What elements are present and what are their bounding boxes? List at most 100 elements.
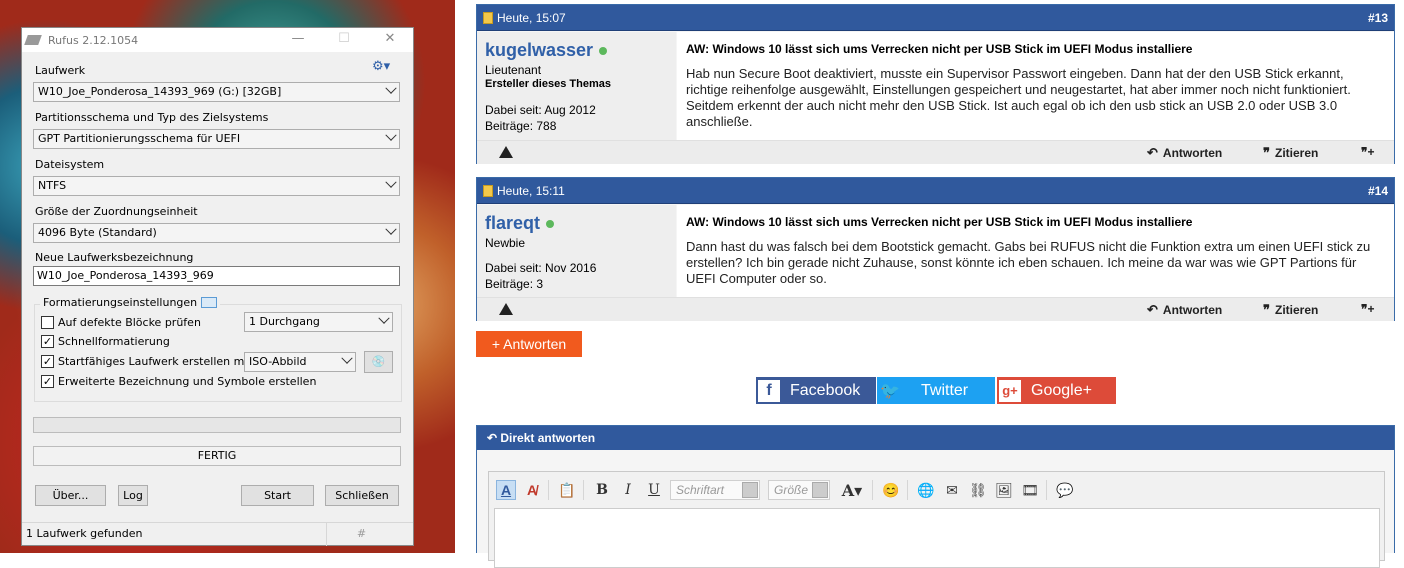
- image-icon[interactable]: 🖼: [994, 480, 1014, 500]
- link-icon[interactable]: 🌐: [916, 480, 936, 500]
- multiquote-icon[interactable]: ❞+: [1361, 302, 1374, 316]
- wysiwyg-toggle-icon[interactable]: A: [496, 480, 516, 500]
- font-select[interactable]: Schriftart: [670, 480, 760, 500]
- post-title: AW: Windows 10 lässt sich ums Verrecken …: [686, 42, 1193, 56]
- reply-button[interactable]: ↶ Antworten: [1147, 145, 1222, 161]
- post-content: AW: Windows 10 lässt sich ums Verrecken …: [677, 32, 1394, 141]
- post-icon: [483, 184, 493, 197]
- bad-blocks-checkbox[interactable]: Auf defekte Blöcke prüfen: [41, 316, 201, 329]
- italic-icon[interactable]: I: [618, 480, 638, 500]
- log-button[interactable]: Log: [118, 485, 148, 506]
- start-button[interactable]: Start: [241, 485, 314, 506]
- reply-arrow-icon: ↶: [1147, 145, 1158, 160]
- quick-format-checkbox[interactable]: ✓ Schnellformatierung: [41, 335, 170, 348]
- post-number[interactable]: #13: [1368, 11, 1388, 25]
- online-status-icon: [599, 46, 608, 55]
- passes-select[interactable]: 1 Durchgang: [244, 312, 393, 332]
- toolbar-divider: [583, 480, 584, 500]
- reply-label: Antworten: [1162, 146, 1223, 160]
- drive-select[interactable]: W10_Joe_Ponderosa_14393_969 (G:) [32GB]: [33, 82, 400, 102]
- disc-drive-icon: 💿: [371, 355, 386, 368]
- quote-label: Zitieren: [1275, 303, 1319, 317]
- post-userinfo: kugelwasser Lieutenant Ersteller dieses …: [477, 32, 676, 141]
- select-iso-button[interactable]: 💿: [364, 351, 393, 373]
- checkmark-icon[interactable]: ✓: [41, 355, 54, 368]
- checkmark-icon[interactable]: ✓: [41, 375, 54, 388]
- fs-select-value: NTFS: [38, 179, 67, 192]
- extended-label-checkbox[interactable]: ✓ Erweiterte Bezeichnung und Symbole erst…: [41, 375, 316, 388]
- smiley-icon[interactable]: 😊: [881, 480, 901, 500]
- bold-icon[interactable]: B: [592, 480, 612, 500]
- quote-label: Zitieren: [1275, 146, 1319, 160]
- paste-icon[interactable]: 📋: [557, 480, 577, 500]
- username-text[interactable]: flareqt: [485, 213, 540, 234]
- checkbox-box[interactable]: [41, 316, 54, 329]
- chevron-down-icon: [385, 129, 397, 141]
- multiquote-icon[interactable]: ❞+: [1361, 145, 1374, 159]
- chevron-down-icon: [341, 352, 353, 364]
- twitter-share-button[interactable]: 🐦 Twitter: [877, 377, 995, 404]
- quote-button[interactable]: ❞ Zitieren: [1263, 145, 1318, 161]
- message-textarea[interactable]: [494, 508, 1380, 568]
- user-rank: Newbie: [485, 236, 526, 250]
- toolbar-divider: [548, 480, 549, 500]
- quick-format-label: Schnellformatierung: [58, 335, 170, 348]
- chevron-down-icon: [385, 176, 397, 188]
- bootable-checkbox[interactable]: ✓ Startfähiges Laufwerk erstellen mit: [41, 355, 252, 368]
- post-date: Heute, 15:11: [497, 183, 565, 198]
- post-username[interactable]: kugelwasser: [485, 40, 608, 61]
- reply-arrow-icon: ↶: [487, 431, 501, 445]
- unlink-icon[interactable]: ⛓: [968, 480, 988, 500]
- post-icon: [483, 11, 493, 24]
- close-button[interactable]: Schließen: [325, 485, 399, 506]
- reply-button[interactable]: ↶ Antworten: [1147, 302, 1222, 318]
- cluster-select[interactable]: 4096 Byte (Standard): [33, 223, 400, 243]
- boot-type-select[interactable]: ISO-Abbild: [244, 352, 356, 372]
- username-text[interactable]: kugelwasser: [485, 40, 593, 61]
- quote-bubble-icon[interactable]: 💬: [1055, 480, 1075, 500]
- quote-icon: ❞: [1263, 145, 1270, 160]
- email-icon[interactable]: ✉: [942, 480, 962, 500]
- language-icon[interactable]: ⚙▾: [372, 59, 390, 74]
- checkmark-icon[interactable]: ✓: [41, 335, 54, 348]
- chevron-down-icon: [378, 312, 390, 324]
- googleplus-share-button[interactable]: g+ Google+: [997, 377, 1116, 404]
- close-window-button[interactable]: ✕: [367, 28, 413, 52]
- online-status-icon: [546, 219, 555, 228]
- volume-input[interactable]: W10_Joe_Ponderosa_14393_969: [33, 266, 400, 286]
- quote-icon: ❞: [1263, 302, 1270, 317]
- size-select[interactable]: Größe: [768, 480, 830, 500]
- fs-label: Dateisystem: [35, 158, 105, 171]
- scheme-select[interactable]: GPT Partitionierungsschema für UEFI: [33, 129, 400, 149]
- remove-format-icon[interactable]: A̸: [522, 480, 542, 500]
- about-button[interactable]: Über...: [35, 485, 106, 506]
- quick-reply-panel: ↶ Direkt antworten A A̸ 📋 B I U Schrifta…: [476, 425, 1395, 568]
- boot-type-value: ISO-Abbild: [249, 355, 307, 368]
- report-icon[interactable]: [499, 146, 513, 158]
- toggle-advanced-icon[interactable]: [201, 297, 218, 308]
- scheme-select-value: GPT Partitionierungsschema für UEFI: [38, 132, 241, 145]
- post-username[interactable]: flareqt: [485, 213, 555, 234]
- fs-select[interactable]: NTFS: [33, 176, 400, 196]
- text-color-icon[interactable]: A▾: [838, 480, 866, 500]
- rufus-title: Rufus 2.12.1054: [48, 33, 139, 47]
- underline-icon[interactable]: U: [644, 480, 664, 500]
- toolbar-divider: [872, 480, 873, 500]
- new-reply-button[interactable]: + Antworten: [476, 331, 582, 357]
- format-options-label: Formatierungseinstellungen: [43, 296, 198, 309]
- editor: A A̸ 📋 B I U Schriftart Größe A▾ 😊 🌐 ✉ ⛓…: [488, 471, 1385, 568]
- post-number[interactable]: #14: [1368, 184, 1388, 198]
- scheme-label: Partitionsschema und Typ des Zielsystems: [35, 111, 269, 124]
- bootable-label: Startfähiges Laufwerk erstellen mit: [58, 355, 252, 368]
- video-icon[interactable]: 🎞: [1020, 480, 1040, 500]
- toolbar-divider: [1046, 480, 1047, 500]
- report-icon[interactable]: [499, 303, 513, 315]
- facebook-share-button[interactable]: f Facebook: [756, 377, 876, 404]
- post-header: Heute, 15:07 #13: [477, 5, 1394, 31]
- chevron-down-icon: [385, 223, 397, 235]
- minimize-button[interactable]: —: [275, 28, 321, 52]
- quote-button[interactable]: ❞ Zitieren: [1263, 302, 1318, 318]
- post-header: Heute, 15:11 #14: [477, 178, 1394, 204]
- progress-bar: [33, 417, 401, 433]
- maximize-button[interactable]: ☐: [321, 28, 367, 52]
